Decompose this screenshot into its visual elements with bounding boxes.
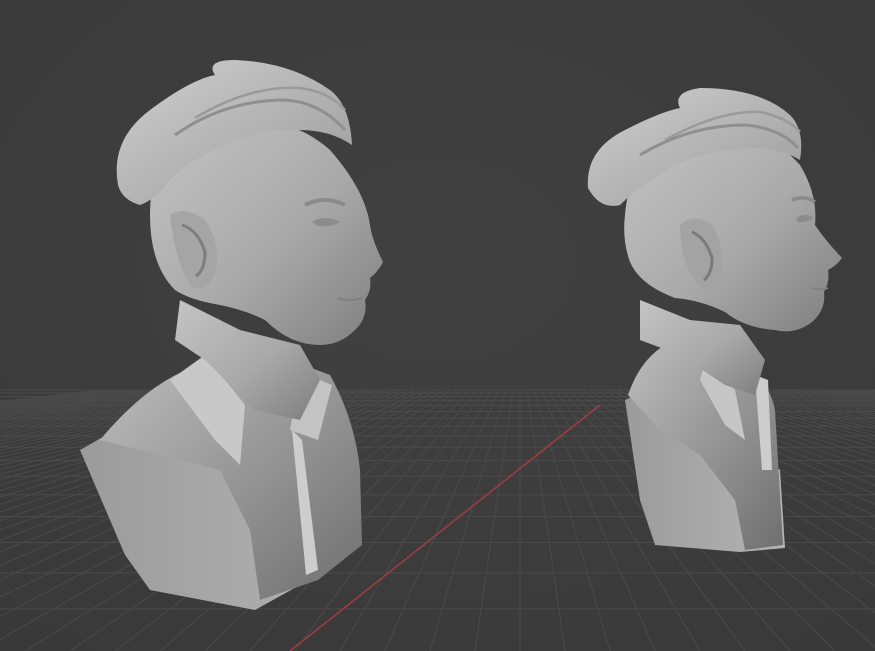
viewport-canvas[interactable] — [0, 0, 875, 651]
3d-viewport[interactable] — [0, 0, 875, 651]
